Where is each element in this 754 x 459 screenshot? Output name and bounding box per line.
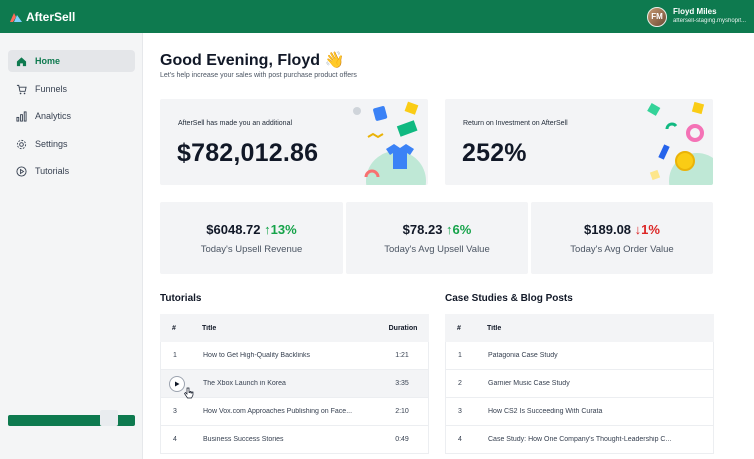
row-title: How to Get High-Quality Backlinks (203, 352, 310, 359)
top-bar: AfterSell FM Floyd Miles aftersell-stagi… (0, 0, 754, 33)
row-title: Business Success Stories (203, 436, 284, 443)
row-title: Patagonia Case Study (488, 352, 558, 359)
tutorials-table: # Title Duration 1 How to Get High-Quali… (160, 314, 429, 454)
case-studies-heading: Case Studies & Blog Posts (445, 293, 573, 304)
page-title: Good Evening, Floyd 👋 (160, 52, 345, 69)
table-row[interactable]: The Xbox Launch in Korea 3:35 (160, 370, 429, 398)
play-icon (175, 381, 180, 386)
stat-label: Today's Upsell Revenue (200, 244, 303, 255)
cart-icon (16, 84, 27, 94)
sidebar-item-home[interactable]: Home (8, 50, 135, 72)
app-name: AfterSell (26, 9, 76, 24)
bar-chart-icon (16, 110, 27, 122)
home-icon (16, 56, 27, 66)
avatar: FM (646, 6, 667, 27)
table-row[interactable]: 3 How Vox.com Approaches Publishing on F… (160, 398, 429, 426)
row-duration: 2:10 (395, 408, 409, 415)
sidebar: Home Funnels Analytics Settings Tutorial… (0, 33, 143, 459)
table-row[interactable]: 1 Patagonia Case Study (445, 342, 714, 370)
stat-value-row: $189.08 ↓1% (531, 222, 713, 237)
row-title: How CS2 Is Succeeding With Curata (488, 408, 603, 415)
row-num: 3 (458, 408, 462, 415)
card-value: 252% (462, 139, 527, 167)
gear-icon (16, 139, 27, 149)
stat-value: $78.23 (402, 222, 443, 237)
table-row[interactable]: 1 How to Get High-Quality Backlinks 1:21 (160, 342, 429, 370)
play-circle-icon (16, 165, 27, 177)
col-title: Title (202, 324, 217, 332)
stat-avg-order: $189.08 ↓1% Today's Avg Order Value (531, 202, 713, 274)
row-duration: 3:35 (395, 380, 409, 387)
page-subtitle: Let's help increase your sales with post… (160, 72, 357, 79)
stat-change: 6% (452, 222, 472, 237)
row-num: 1 (173, 352, 177, 359)
stat-change: 1% (641, 222, 660, 237)
hand-cursor-icon (184, 387, 194, 399)
user-store: aftersell-staging.myshopif... (672, 18, 746, 24)
stat-label: Today's Avg Upsell Value (384, 244, 490, 255)
row-duration: 1:21 (395, 352, 409, 359)
stat-value-row: $6048.72 ↑13% (160, 222, 343, 237)
sidebar-item-settings[interactable]: Settings (8, 133, 135, 155)
row-duration: 0:49 (395, 436, 409, 443)
table-row[interactable]: 4 Case Study: How One Company's Thought-… (445, 426, 714, 454)
table-header: # Title (445, 314, 714, 342)
stat-change: 13% (270, 222, 297, 237)
stat-label: Today's Avg Order Value (570, 244, 674, 255)
sidebar-item-funnels[interactable]: Funnels (8, 78, 135, 100)
col-title: Title (487, 324, 502, 332)
sidebar-item-label: Settings (35, 139, 68, 149)
sidebar-item-analytics[interactable]: Analytics (8, 105, 135, 127)
stat-avg-upsell: $78.23 ↑6% Today's Avg Upsell Value (346, 202, 528, 274)
row-title: How Vox.com Approaches Publishing on Fac… (203, 408, 353, 415)
user-name: Floyd Miles (672, 7, 717, 16)
case-studies-table: # Title 1 Patagonia Case Study 2 Garnier… (445, 314, 714, 454)
sidebar-item-label: Analytics (35, 111, 72, 121)
row-title: The Xbox Launch in Korea (203, 380, 286, 387)
table-row[interactable]: 2 Garnier Music Case Study (445, 370, 714, 398)
stat-value-row: $78.23 ↑6% (346, 222, 528, 237)
user-menu[interactable]: FM Floyd Miles aftersell-staging.myshopi… (646, 6, 746, 27)
tutorials-heading: Tutorials (160, 293, 202, 304)
table-header: # Title Duration (160, 314, 429, 342)
row-title: Garnier Music Case Study (488, 380, 570, 387)
card-label: Return on Investment on AfterSell (463, 120, 568, 127)
table-row[interactable]: 4 Business Success Stories 0:49 (160, 426, 429, 454)
row-num (161, 375, 203, 392)
stat-value: $189.08 (584, 222, 632, 237)
row-num: 3 (173, 408, 177, 415)
col-num: # (457, 324, 461, 332)
table-row[interactable]: 3 How CS2 Is Succeeding With Curata (445, 398, 714, 426)
sidebar-item-label: Funnels (35, 84, 68, 94)
row-num: 4 (173, 436, 177, 443)
stat-upsell-revenue: $6048.72 ↑13% Today's Upsell Revenue (160, 202, 343, 274)
coins-illustration-icon (647, 101, 713, 185)
card-label: AfterSell has made you an additional (178, 120, 293, 127)
sidebar-item-label: Home (35, 56, 61, 66)
col-num: # (172, 324, 176, 332)
sidebar-item-label: Tutorials (35, 166, 70, 176)
stat-value: $6048.72 (206, 222, 261, 237)
col-duration: Duration (388, 324, 418, 332)
promo-illustration-icon (100, 410, 118, 426)
play-button[interactable] (169, 375, 185, 392)
card-value: $782,012.86 (177, 139, 319, 167)
aftersell-logo-icon (10, 12, 22, 22)
row-num: 4 (458, 436, 462, 443)
additional-revenue-card: AfterSell has made you an additional $78… (160, 99, 428, 185)
sidebar-item-tutorials[interactable]: Tutorials (8, 160, 135, 182)
shopping-illustration-icon (353, 101, 426, 185)
roi-card: Return on Investment on AfterSell 252% (445, 99, 713, 185)
row-num: 2 (458, 380, 462, 387)
app-logo[interactable]: AfterSell (10, 10, 75, 24)
row-num: 1 (458, 352, 462, 359)
row-title: Case Study: How One Company's Thought-Le… (488, 436, 672, 443)
main-content: Good Evening, Floyd 👋 Let's help increas… (144, 33, 754, 459)
